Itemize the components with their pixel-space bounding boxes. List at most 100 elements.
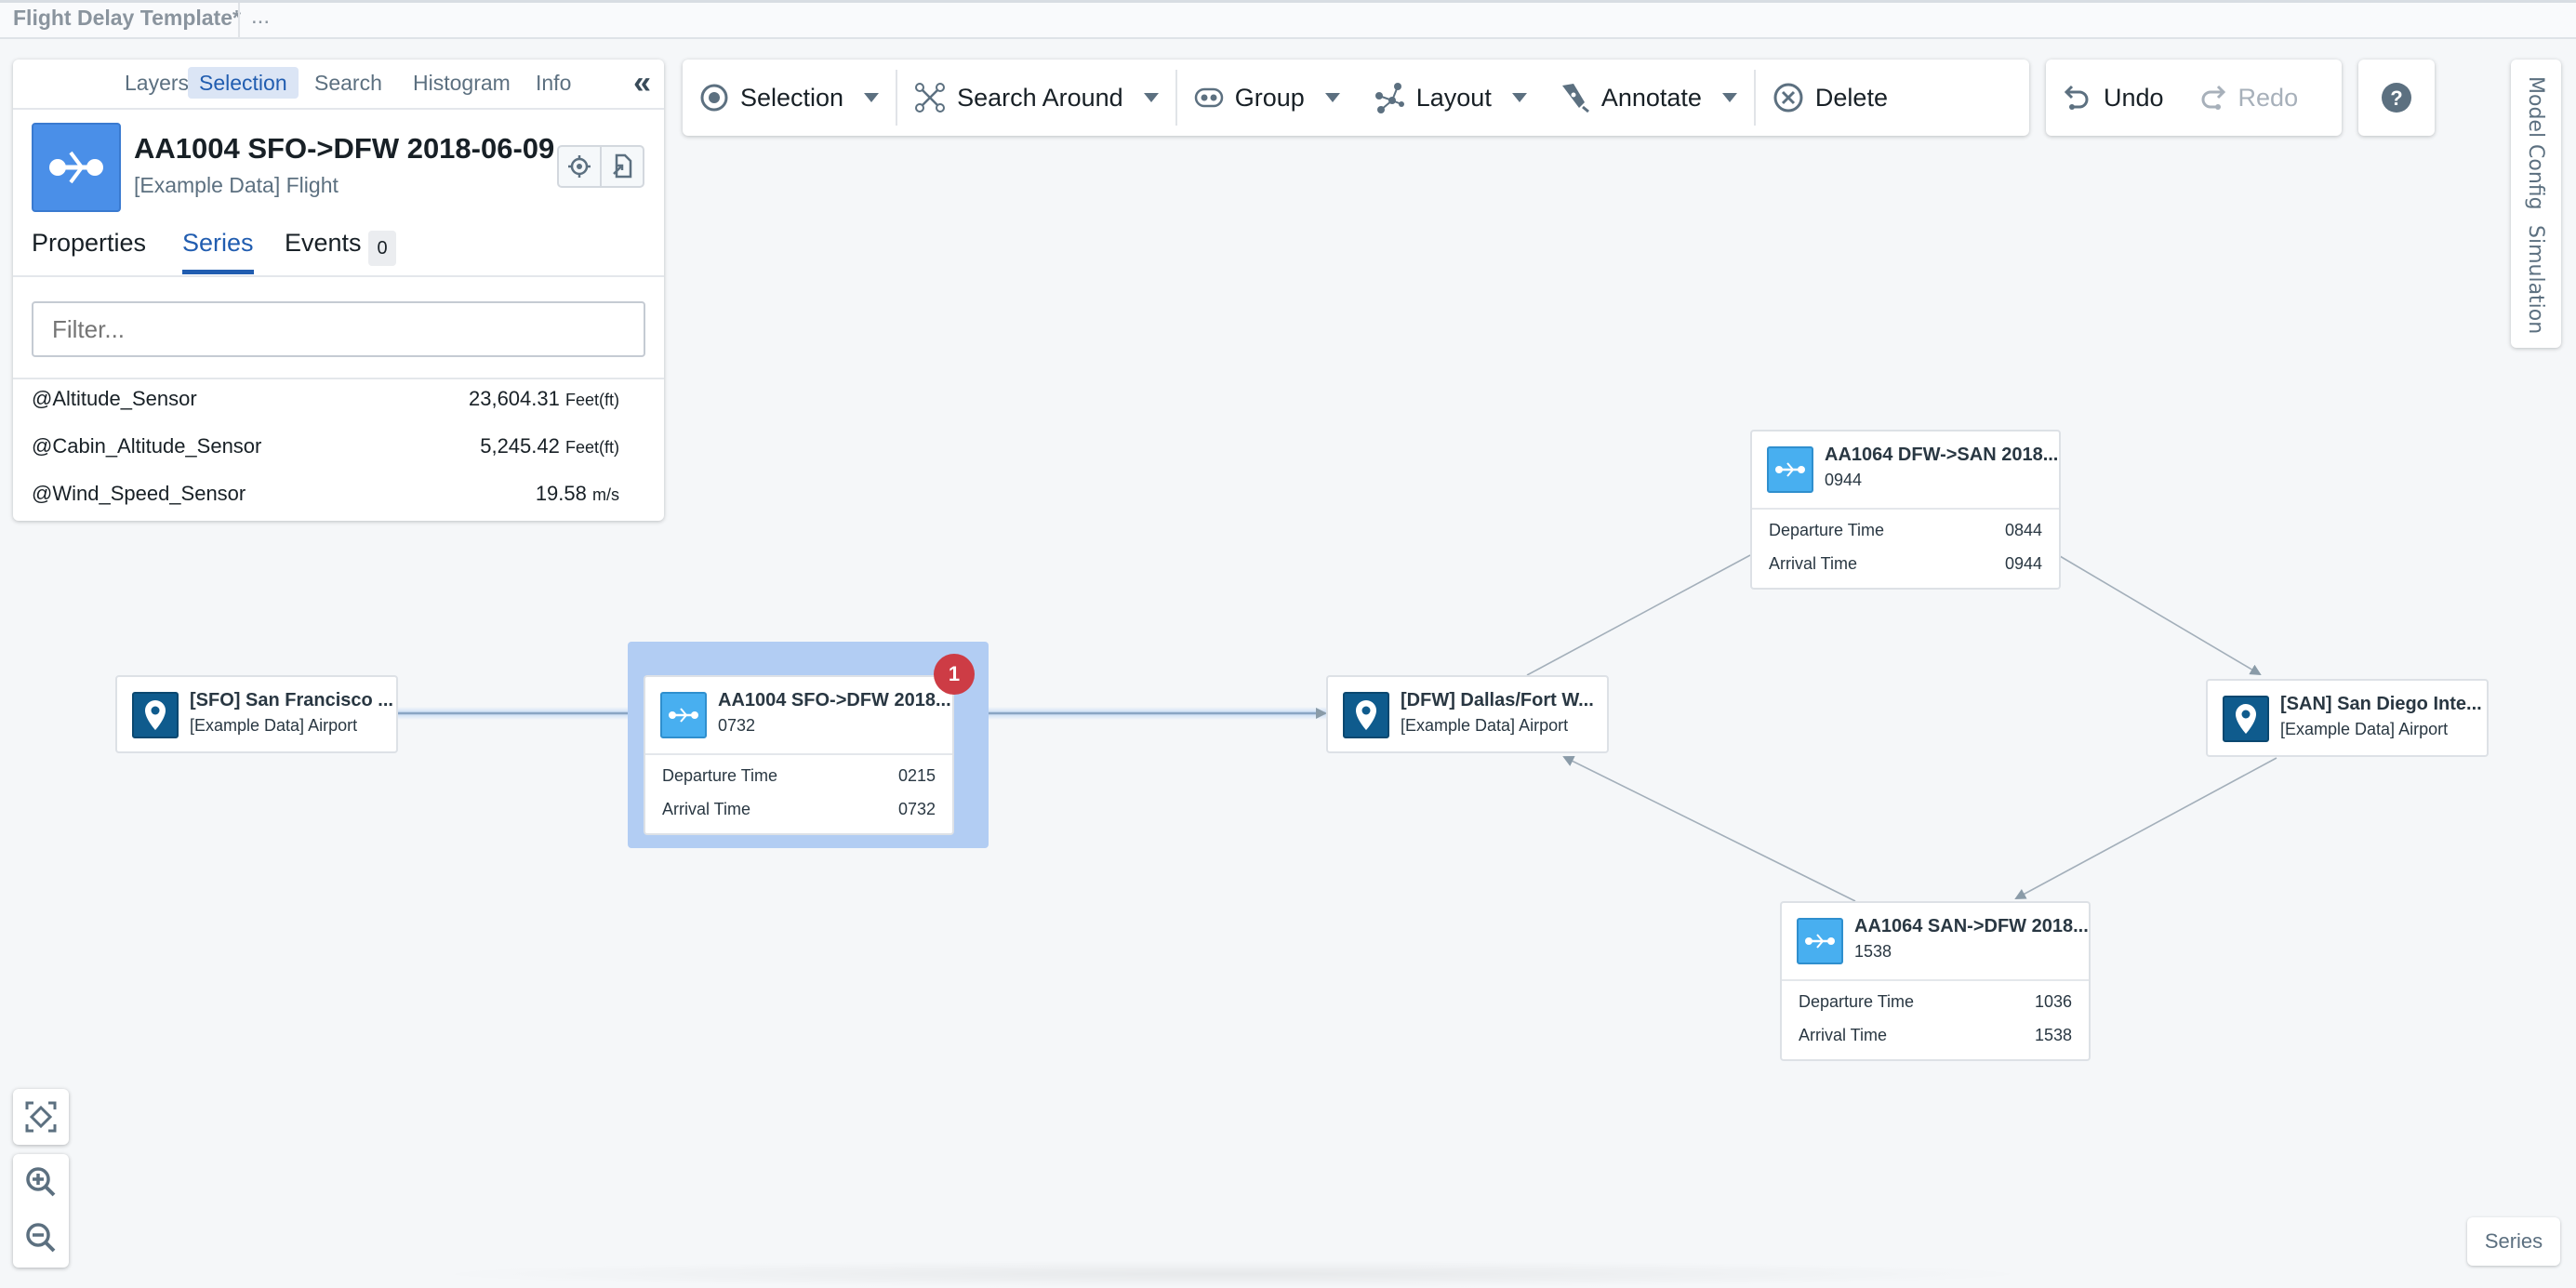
edge-aa1064b-dfw[interactable] bbox=[1562, 756, 1856, 902]
fit-to-screen-button[interactable] bbox=[13, 1089, 69, 1145]
layout-icon bbox=[1374, 83, 1404, 113]
property-value: 1036 bbox=[2034, 992, 2072, 1011]
series-row[interactable]: @Wind_Speed_Sensor 19.58 m/s bbox=[32, 482, 619, 506]
airport-pin-icon bbox=[2223, 696, 2269, 742]
events-count-badge: 0 bbox=[368, 231, 396, 266]
group-button[interactable]: Group bbox=[1177, 70, 1357, 126]
property-value: 0732 bbox=[897, 800, 936, 818]
zoom-in-button[interactable] bbox=[13, 1154, 69, 1210]
series-row[interactable]: @Cabin_Altitude_Sensor 5,245.42 Feet(ft) bbox=[32, 434, 619, 458]
flight-icon bbox=[1797, 918, 1843, 964]
delete-label: Delete bbox=[1814, 83, 1888, 112]
annotate-button[interactable]: Annotate bbox=[1544, 70, 1754, 126]
undo-label: Undo bbox=[2104, 83, 2164, 112]
tab-search[interactable]: Search bbox=[303, 67, 393, 99]
airport-pin-icon bbox=[132, 692, 179, 738]
tab-info[interactable]: Info bbox=[524, 67, 582, 99]
group-icon bbox=[1194, 87, 1223, 108]
double-chevron-left-icon[interactable]: « bbox=[633, 67, 651, 99]
export-icon[interactable] bbox=[600, 147, 643, 186]
node-subtitle: [Example Data] Airport bbox=[2280, 720, 2449, 738]
node-divider bbox=[645, 753, 952, 755]
group-label: Group bbox=[1234, 83, 1305, 112]
series-drawer-button[interactable]: Series bbox=[2467, 1217, 2560, 1266]
annotate-label: Annotate bbox=[1600, 83, 1702, 112]
node-title: [SFO] San Francisco ... bbox=[190, 690, 393, 710]
help-button[interactable]: ? bbox=[2358, 60, 2435, 136]
node-property: Departure Time 1036 bbox=[1799, 992, 2072, 1012]
zoom-out-button[interactable] bbox=[13, 1210, 69, 1266]
property-label: Arrival Time bbox=[1769, 554, 1858, 573]
node-divider bbox=[1752, 508, 2059, 510]
search-around-label: Search Around bbox=[957, 83, 1123, 112]
tab-model-config[interactable]: Model Config bbox=[2524, 76, 2547, 210]
zoom-in-icon bbox=[26, 1167, 56, 1197]
tab-simulation[interactable]: Simulation bbox=[2524, 225, 2547, 334]
redo-label: Redo bbox=[2237, 83, 2299, 112]
locate-icon[interactable] bbox=[559, 147, 600, 186]
series-value: 23,604.31 bbox=[468, 387, 560, 410]
graph-node-dfw[interactable]: [DFW] Dallas/Fort W... [Example Data] Ai… bbox=[1326, 675, 1609, 753]
detail-tabs: Properties Series Events 0 bbox=[13, 227, 664, 277]
property-label: Arrival Time bbox=[662, 800, 751, 818]
series-name: @Wind_Speed_Sensor bbox=[32, 482, 246, 505]
node-subtitle: 0732 bbox=[718, 716, 756, 735]
graph-node-sfo[interactable]: [SFO] San Francisco ... [Example Data] A… bbox=[115, 675, 398, 753]
node-property: Arrival Time 0732 bbox=[662, 800, 936, 819]
object-type: [Example Data] Flight bbox=[134, 173, 339, 197]
redo-icon bbox=[2201, 85, 2225, 110]
airport-pin-icon bbox=[1343, 692, 1389, 738]
series-name: @Altitude_Sensor bbox=[32, 387, 197, 410]
node-title: [SAN] San Diego Inte... bbox=[2280, 694, 2482, 714]
delete-button[interactable]: Delete bbox=[1756, 70, 1905, 126]
series-value: 5,245.42 bbox=[480, 434, 560, 458]
undo-button[interactable]: Undo bbox=[2046, 70, 2181, 126]
series-unit: m/s bbox=[592, 485, 619, 504]
graph-node-aa1064-dfw-san[interactable]: AA1064 DFW->SAN 2018... 0944 Departure T… bbox=[1750, 430, 2061, 590]
node-property: Departure Time 0844 bbox=[1769, 521, 2042, 540]
search-around-button[interactable]: Search Around bbox=[897, 70, 1175, 126]
graph-node-san[interactable]: [SAN] San Diego Inte... [Example Data] A… bbox=[2206, 679, 2489, 757]
help-icon: ? bbox=[2382, 83, 2411, 113]
property-label: Departure Time bbox=[1769, 521, 1885, 539]
caret-down-icon bbox=[1324, 93, 1340, 102]
series-filter-input[interactable] bbox=[32, 301, 645, 357]
edge-aa1064a-san[interactable] bbox=[2059, 555, 2262, 676]
series-unit: Feet(ft) bbox=[564, 391, 619, 409]
edge-san-aa1064b[interactable] bbox=[2014, 757, 2277, 899]
annotate-pen-icon bbox=[1561, 84, 1589, 113]
flight-icon bbox=[32, 123, 121, 212]
node-subtitle: [Example Data] Airport bbox=[1401, 716, 1569, 735]
series-unit: Feet(ft) bbox=[564, 438, 619, 457]
property-label: Departure Time bbox=[662, 766, 778, 785]
redo-button[interactable]: Redo bbox=[2181, 70, 2316, 126]
edge-dfw-aa1064a[interactable] bbox=[1526, 554, 1751, 676]
property-value: 0944 bbox=[2004, 554, 2042, 573]
zoom-out-icon bbox=[26, 1223, 56, 1253]
fit-to-screen-icon bbox=[13, 1089, 69, 1145]
caret-down-icon bbox=[1721, 93, 1737, 102]
object-actions bbox=[557, 145, 644, 188]
graph-toolbar: Selection Search Around Group Layout Ann… bbox=[683, 60, 2029, 136]
tab-selection[interactable]: Selection bbox=[188, 67, 299, 99]
tab-histogram[interactable]: Histogram bbox=[402, 67, 522, 99]
node-property: Arrival Time 0944 bbox=[1769, 554, 2042, 574]
layout-button[interactable]: Layout bbox=[1357, 70, 1544, 126]
graph-node-aa1004[interactable]: AA1004 SFO->DFW 2018... 0732 Departure T… bbox=[644, 675, 954, 835]
property-value: 0844 bbox=[2004, 521, 2042, 539]
caret-down-icon bbox=[864, 93, 880, 102]
property-label: Departure Time bbox=[1799, 992, 1915, 1011]
tab-properties[interactable]: Properties bbox=[32, 229, 146, 270]
graph-node-aa1064-san-dfw[interactable]: AA1064 SAN->DFW 2018... 1538 Departure T… bbox=[1780, 901, 2091, 1061]
series-row[interactable]: @Altitude_Sensor 23,604.31 Feet(ft) bbox=[32, 387, 619, 411]
tab-events[interactable]: Events bbox=[285, 229, 362, 270]
object-title: AA1004 SFO->DFW 2018-06-09 bbox=[134, 132, 555, 165]
node-subtitle: 1538 bbox=[1854, 942, 1892, 961]
selection-button[interactable]: Selection bbox=[683, 70, 896, 126]
caret-down-icon bbox=[1143, 93, 1159, 102]
delete-circle-x-icon bbox=[1773, 83, 1803, 113]
tab-series[interactable]: Series bbox=[182, 229, 254, 274]
property-value: 0215 bbox=[897, 766, 936, 785]
caret-down-icon bbox=[1511, 93, 1527, 102]
bottom-drawer-shadow bbox=[418, 1260, 2046, 1288]
